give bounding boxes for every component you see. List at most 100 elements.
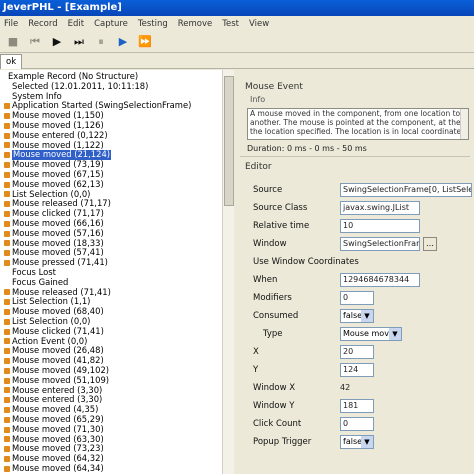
info-scrollbar[interactable] (460, 109, 468, 139)
tree-item[interactable]: Mouse moved (64,34) (4, 463, 104, 474)
event-icon (4, 377, 10, 384)
tree-scrollbar-thumb[interactable] (224, 76, 234, 206)
info-title: Info (250, 95, 266, 104)
event-icon (4, 397, 10, 404)
event-icon (4, 416, 10, 423)
source-class-field[interactable]: javax.swing.JList (340, 201, 420, 215)
pause-icon[interactable]: ⏸ (92, 33, 110, 51)
tree-item-label: Mouse moved (64,34) (12, 463, 104, 473)
tree-item[interactable]: Selected (12.01.2011, 10:11:18) (4, 80, 149, 92)
y-row: Y 124 (245, 362, 474, 378)
menu-remove[interactable]: Remove (178, 19, 213, 29)
click-count-label: Click Count (253, 419, 302, 429)
window-y-row: Window Y 181 (245, 398, 474, 414)
menu-view[interactable]: View (249, 19, 269, 29)
event-icon (4, 142, 10, 149)
tree-item-label: Mouse moved (62,13) (12, 178, 104, 189)
source-label: Source (253, 185, 283, 195)
tab-ok[interactable]: ok (0, 54, 23, 69)
type-label: Type (263, 329, 283, 339)
y-label: Y (253, 365, 259, 375)
chevron-down-icon: ▼ (361, 310, 373, 322)
popup-trigger-row: Popup Trigger false ▼ (245, 434, 474, 450)
consumed-label: Consumed (253, 311, 299, 321)
event-icon (4, 171, 10, 178)
record-tree[interactable]: Example Record (No Structure) Selected (1… (0, 70, 234, 474)
window-title-bar: JeverPHL - [Example] (0, 0, 474, 16)
type-select[interactable]: Mouse moved ▼ (340, 327, 402, 341)
event-icon (4, 201, 10, 208)
menu-edit[interactable]: Edit (68, 19, 84, 29)
toolbar: ■ ⏮ ▶ ⏭ ⏸ ▶ ⏩ (0, 31, 474, 53)
menu-file[interactable]: File (4, 19, 18, 29)
window-label: Window (253, 239, 287, 249)
divider (240, 156, 470, 157)
popup-trigger-select[interactable]: false ▼ (340, 435, 374, 449)
event-icon (4, 299, 10, 306)
event-icon (4, 161, 10, 168)
tree-item[interactable]: Mouse moved (62,13) (4, 178, 104, 190)
event-icon (4, 122, 10, 129)
relative-time-field[interactable]: 10 (340, 219, 420, 233)
x-field[interactable]: 20 (340, 345, 374, 359)
details-pane: Mouse Event Info A mouse moved in the co… (236, 70, 474, 474)
window-edit-button[interactable]: … (423, 237, 437, 251)
event-icon (4, 132, 10, 139)
window-field[interactable]: SwingSelectionFrame[0...] (340, 237, 420, 251)
tree-item[interactable]: Mouse moved (57,16) (4, 228, 104, 239)
stop-icon[interactable]: ■ (4, 33, 22, 51)
when-row: When 1294684678344 (245, 272, 474, 288)
click-count-row: Click Count 0 (245, 416, 474, 432)
tree-item[interactable]: Mouse entered (0,122) (4, 129, 108, 141)
fast-forward-icon[interactable]: ⏭ (70, 33, 88, 51)
tree-item[interactable]: Mouse moved (51,109) (4, 375, 109, 386)
event-icon (4, 387, 10, 394)
tree-item-label: Focus Gained (12, 276, 69, 287)
step-back-icon[interactable]: ⏮ (26, 33, 44, 51)
event-icon (4, 289, 10, 296)
editor-panel: Source SwingSelectionFrame[0, ListSelect… (245, 172, 474, 474)
info-text-area[interactable]: A mouse moved in the component, from one… (247, 108, 469, 140)
editor-title: Editor (245, 162, 272, 172)
menu-capture[interactable]: Capture (94, 19, 128, 29)
event-icon (4, 357, 10, 364)
source-field[interactable]: SwingSelectionFrame[0, ListSelectionFram… (340, 183, 472, 197)
menu-record[interactable]: Record (28, 19, 57, 29)
modifiers-field[interactable]: 0 (340, 291, 374, 305)
tree-item-label: Selected (12.01.2011, 10:11:18) (12, 80, 149, 91)
modifiers-label: Modifiers (253, 293, 292, 303)
use-window-coordinates-label: Use Window Coordinates (253, 257, 359, 267)
x-row: X 20 (245, 344, 474, 360)
y-field[interactable]: 124 (340, 363, 374, 377)
fast-forward-blue-icon[interactable]: ⏩ (136, 33, 154, 51)
tree-item-label: Mouse entered (0,122) (12, 129, 108, 140)
event-heading: Mouse Event (245, 82, 303, 92)
event-icon (4, 181, 10, 188)
tab-strip: ok (0, 53, 474, 69)
window-y-field[interactable]: 181 (340, 399, 374, 413)
event-icon (4, 465, 10, 472)
modifiers-row: Modifiers 0 (245, 290, 474, 306)
click-count-field[interactable]: 0 (340, 417, 374, 431)
type-row: Type Mouse moved ▼ (245, 326, 474, 342)
chevron-down-icon: ▼ (389, 328, 401, 340)
tree-scrollbar[interactable] (222, 70, 234, 474)
info-line: the location specified. The location is … (250, 127, 466, 136)
window-x-label: Window X (253, 383, 296, 393)
menu-testing[interactable]: Testing (138, 19, 168, 29)
when-field[interactable]: 1294684678344 (340, 273, 420, 287)
play-icon[interactable]: ▶ (48, 33, 66, 51)
consumed-select[interactable]: false ▼ (340, 309, 374, 323)
event-icon (4, 191, 10, 198)
event-icon (4, 338, 10, 345)
play-blue-icon[interactable]: ▶ (114, 33, 132, 51)
tree-item[interactable]: Mouse moved (71,30) (4, 424, 104, 435)
tree-item[interactable]: Focus Gained (4, 276, 69, 288)
chevron-down-icon: ▼ (361, 436, 373, 448)
menu-test[interactable]: Test (222, 19, 239, 29)
event-icon (4, 446, 10, 453)
tree-item[interactable]: Mouse clicked (71,41) (4, 326, 104, 337)
event-icon (4, 220, 10, 227)
